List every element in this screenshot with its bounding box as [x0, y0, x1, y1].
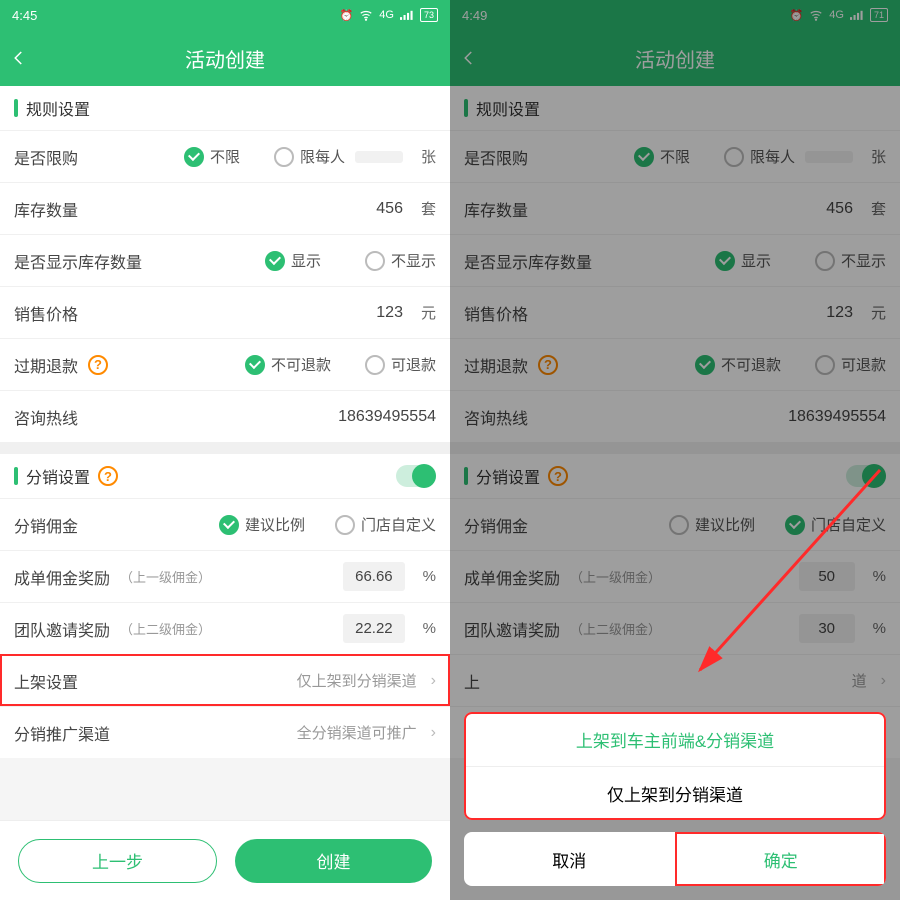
chevron-right-icon: ›: [431, 724, 436, 742]
phone-left: 4:45 ⏰ 4G 73 活动创建 规则设置 是否限购: [0, 0, 450, 900]
action-sheet: 上架到车主前端&分销渠道 仅上架到分销渠道 取消 确定: [464, 712, 886, 886]
status-time: 4:45: [12, 8, 37, 23]
commission-label: 分销佣金: [14, 513, 78, 537]
sheet-option-dist-only[interactable]: 仅上架到分销渠道: [464, 766, 886, 820]
row-order-reward: 成单佣金奖励 （上一级佣金） 66.66 %: [0, 550, 450, 602]
row-listing-settings[interactable]: 上架设置 仅上架到分销渠道 ›: [0, 654, 450, 706]
wifi-icon: [359, 8, 373, 22]
listing-value: 仅上架到分销渠道: [297, 670, 417, 691]
limit-opt-per-person[interactable]: 限每人: [274, 146, 345, 167]
stock-unit: 套: [421, 198, 436, 219]
limit-label: 是否限购: [14, 145, 78, 169]
help-icon[interactable]: ?: [88, 355, 108, 375]
radio-on-icon: [265, 251, 285, 271]
status-bar: 4:45 ⏰ 4G 73: [0, 0, 450, 30]
row-refund: 过期退款 ? 不可退款 可退款: [0, 338, 450, 390]
show-stock-label: 是否显示库存数量: [14, 249, 142, 273]
refund-yes[interactable]: 可退款: [365, 354, 436, 375]
limit-opt-unlimited[interactable]: 不限: [184, 146, 240, 167]
radio-off-icon: [365, 355, 385, 375]
limit-count-input[interactable]: [355, 151, 403, 163]
alarm-icon: ⏰: [339, 8, 353, 22]
radio-off-icon: [274, 147, 294, 167]
radio-on-icon: [184, 147, 204, 167]
order-reward-unit: %: [423, 568, 436, 585]
prev-button[interactable]: 上一步: [18, 839, 217, 883]
refund-label: 过期退款: [14, 353, 78, 377]
show-stock-yes[interactable]: 显示: [265, 250, 321, 271]
row-limit: 是否限购 不限 限每人 张: [0, 130, 450, 182]
row-team-reward: 团队邀请奖励 （上二级佣金） 22.22 %: [0, 602, 450, 654]
back-button[interactable]: [10, 30, 50, 86]
section-accent-icon: [14, 99, 18, 117]
price-label: 销售价格: [14, 301, 78, 325]
price-unit: 元: [421, 302, 436, 323]
signal-icon: [400, 8, 414, 22]
page-title: 活动创建: [185, 44, 265, 73]
section-accent-icon: [14, 467, 18, 485]
listing-label: 上架设置: [14, 669, 78, 693]
content-scroll[interactable]: 规则设置 是否限购 不限 限每人 张 库存数量 456 套 是否显示库存数量: [0, 86, 450, 900]
row-show-stock: 是否显示库存数量 显示 不显示: [0, 234, 450, 286]
row-hotline: 咨询热线 18639495554: [0, 390, 450, 442]
row-price: 销售价格 123 元: [0, 286, 450, 338]
order-reward-label: 成单佣金奖励: [14, 565, 110, 589]
order-reward-sub: （上一级佣金）: [120, 567, 211, 586]
section-rules: 规则设置: [0, 86, 450, 130]
help-icon[interactable]: ?: [98, 466, 118, 486]
section-distribution: 分销设置 ?: [0, 454, 450, 498]
radio-on-icon: [245, 355, 265, 375]
limit-unit: 张: [421, 146, 436, 167]
hotline-value[interactable]: 18639495554: [338, 408, 436, 426]
order-reward-input[interactable]: 66.66: [343, 562, 405, 591]
channel-label: 分销推广渠道: [14, 721, 110, 745]
show-stock-no[interactable]: 不显示: [365, 250, 436, 271]
app-header: 活动创建: [0, 30, 450, 86]
radio-off-icon: [335, 515, 355, 535]
sheet-confirm-button[interactable]: 确定: [675, 832, 887, 886]
status-battery: 73: [420, 8, 438, 22]
row-channel[interactable]: 分销推广渠道 全分销渠道可推广 ›: [0, 706, 450, 758]
team-reward-sub: （上二级佣金）: [120, 619, 211, 638]
sheet-cancel-button[interactable]: 取消: [464, 832, 675, 886]
section-distribution-label: 分销设置: [26, 464, 90, 488]
phone-right: 4:49 ⏰ 4G 71 活动创建 规则设置 是否限购 不限: [450, 0, 900, 900]
chevron-right-icon: ›: [431, 672, 436, 690]
status-network: 4G: [379, 9, 394, 21]
section-rules-label: 规则设置: [26, 96, 90, 120]
distribution-toggle[interactable]: [396, 465, 436, 487]
row-commission: 分销佣金 建议比例 门店自定义: [0, 498, 450, 550]
radio-on-icon: [219, 515, 239, 535]
price-value[interactable]: 123: [376, 304, 403, 322]
channel-value: 全分销渠道可推广: [297, 722, 417, 743]
hotline-label: 咨询热线: [14, 405, 78, 429]
footer-actions: 上一步 创建: [0, 820, 450, 900]
team-reward-unit: %: [423, 620, 436, 637]
create-button[interactable]: 创建: [235, 839, 432, 883]
commission-custom[interactable]: 门店自定义: [335, 514, 436, 535]
team-reward-label: 团队邀请奖励: [14, 617, 110, 641]
commission-suggested[interactable]: 建议比例: [219, 514, 305, 535]
stock-label: 库存数量: [14, 197, 78, 221]
row-stock: 库存数量 456 套: [0, 182, 450, 234]
team-reward-input[interactable]: 22.22: [343, 614, 405, 643]
sheet-option-both[interactable]: 上架到车主前端&分销渠道: [464, 712, 886, 766]
refund-no[interactable]: 不可退款: [245, 354, 331, 375]
stock-value[interactable]: 456: [376, 200, 403, 218]
radio-off-icon: [365, 251, 385, 271]
